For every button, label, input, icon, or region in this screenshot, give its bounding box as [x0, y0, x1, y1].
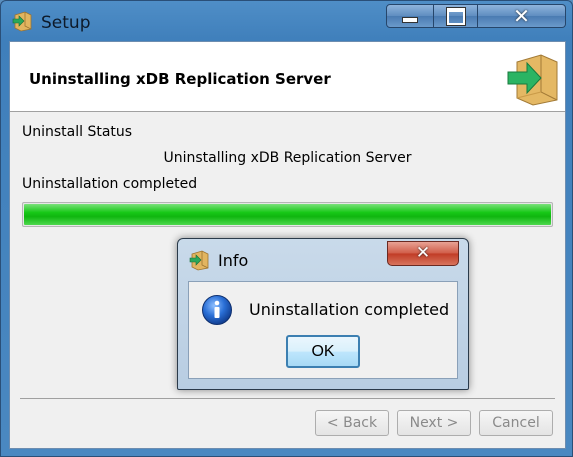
minimize-icon	[402, 17, 418, 23]
caption-buttons: ✕	[386, 4, 566, 30]
info-icon	[202, 295, 232, 325]
status-detail-text: Uninstalling xDB Replication Server	[163, 150, 412, 166]
close-icon: ✕	[513, 4, 530, 28]
cancel-button[interactable]: Cancel	[479, 410, 553, 436]
maximize-icon	[445, 6, 466, 26]
progress-message: Uninstallation completed	[22, 176, 198, 192]
progress-bar	[22, 202, 553, 227]
header-title: Uninstalling xDB Replication Server	[29, 70, 331, 88]
footer-divider	[20, 398, 555, 399]
dialog-close-button[interactable]: ✕	[387, 241, 459, 266]
dialog-message: Uninstallation completed	[249, 300, 450, 319]
close-button[interactable]: ✕	[478, 4, 566, 28]
window-title: Setup	[41, 13, 91, 33]
maximize-button[interactable]	[434, 4, 478, 28]
setup-box-arrow-icon	[12, 11, 32, 32]
back-button[interactable]: < Back	[315, 410, 389, 436]
uninstall-status-label: Uninstall Status	[22, 124, 133, 140]
wizard-header: Uninstalling xDB Replication Server	[10, 42, 565, 112]
dialog-body: Uninstallation completed OK	[188, 281, 458, 379]
ok-button[interactable]: OK	[286, 335, 360, 368]
dialog-title: Info	[218, 251, 249, 270]
next-button[interactable]: Next >	[397, 410, 471, 436]
close-icon: ✕	[415, 243, 431, 263]
minimize-button[interactable]	[386, 4, 434, 28]
title-bar[interactable]: Setup ✕	[1, 1, 572, 41]
setup-box-arrow-icon	[507, 54, 558, 106]
setup-box-arrow-icon	[189, 250, 209, 271]
progress-bar-fill	[24, 204, 551, 225]
info-dialog: Info ✕ Uninstallation completed OK	[177, 238, 469, 390]
